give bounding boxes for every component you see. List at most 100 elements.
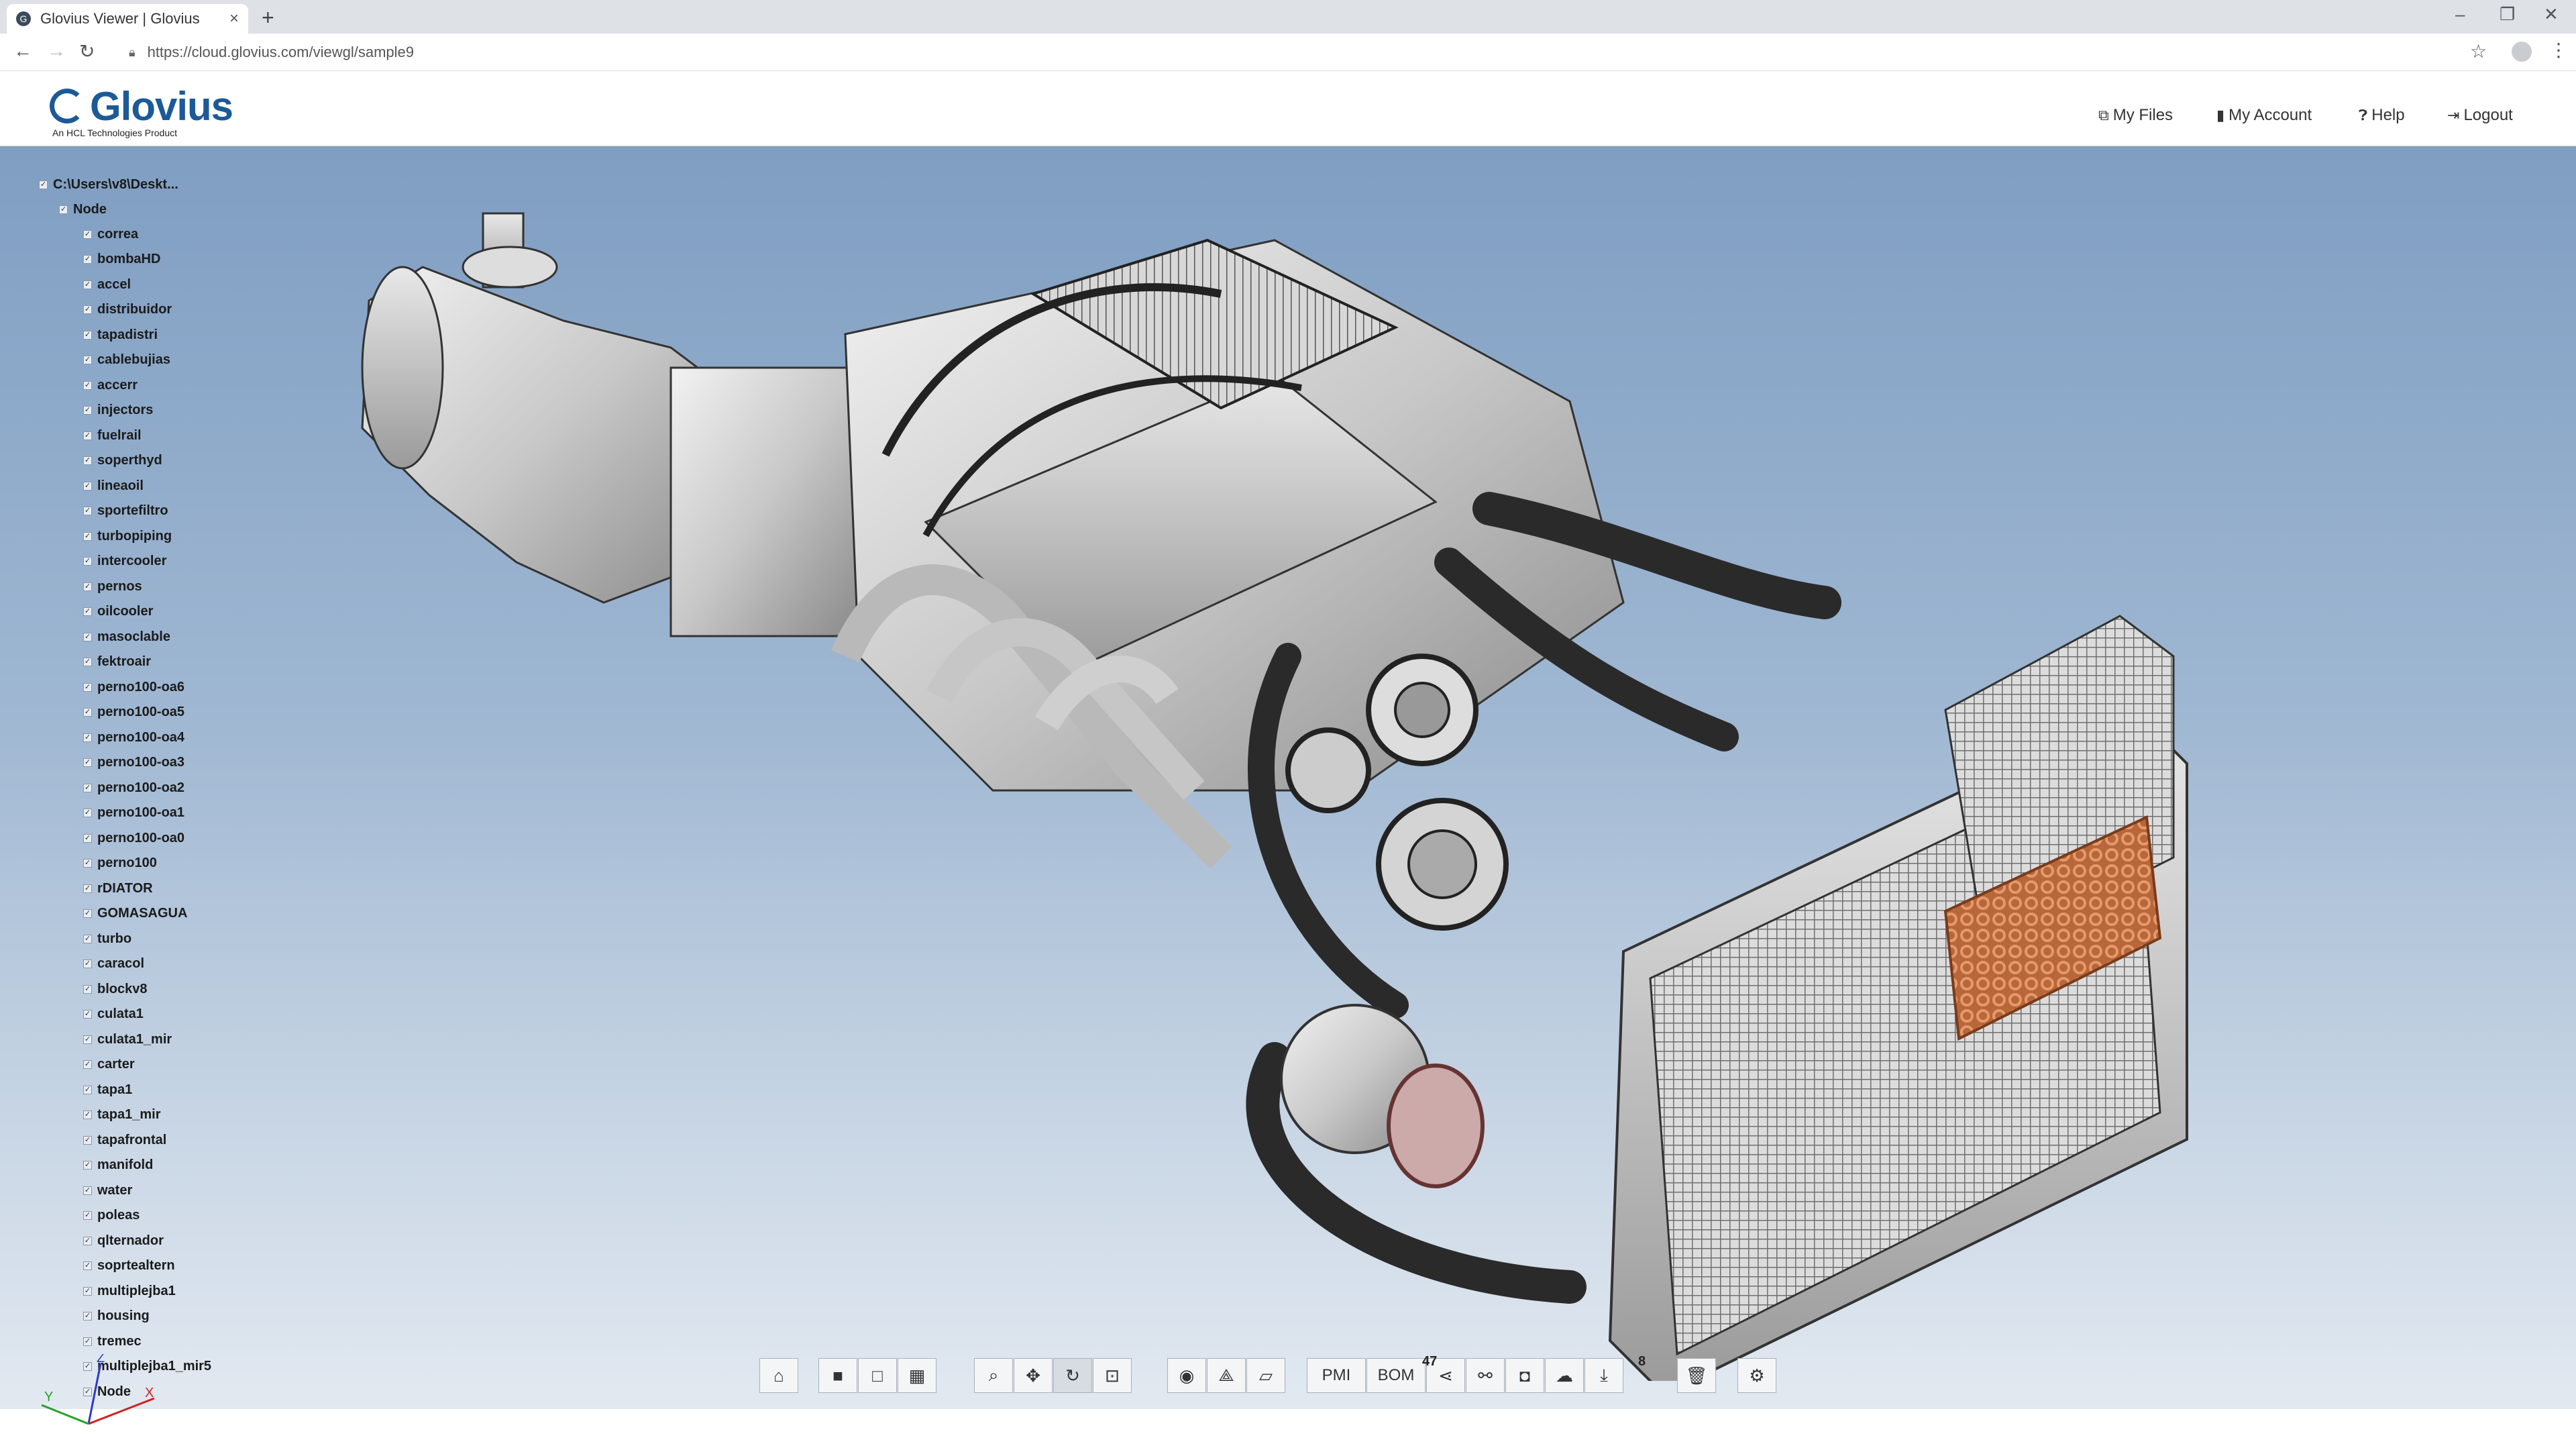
tree-item-row[interactable]: ✓ turbopiping: [83, 526, 172, 546]
nav-help[interactable]: ❓︎ Help: [2359, 106, 2405, 125]
checkbox-icon[interactable]: ✓: [83, 682, 92, 692]
tree-item-row[interactable]: ✓ caracol: [83, 954, 144, 974]
tree-item-row[interactable]: ✓ GOMASAGUA: [83, 904, 187, 924]
tree-item-row[interactable]: ✓ oilcooler: [83, 602, 153, 622]
home-icon[interactable]: ⌂: [759, 1358, 798, 1393]
checkbox-icon[interactable]: ✓: [83, 1161, 92, 1170]
tree-item-row[interactable]: ✓ perno100-oa5: [83, 703, 184, 723]
checkbox-icon[interactable]: ✓: [83, 582, 92, 591]
tree-item-row[interactable]: ✓ turbo: [83, 929, 131, 949]
nav-logout[interactable]: ⇥ Logout: [2447, 106, 2513, 125]
checkbox-icon[interactable]: ✓: [83, 507, 92, 515]
engine-3d-model[interactable]: [349, 187, 2227, 1381]
checkbox-icon[interactable]: ✓: [83, 708, 92, 717]
3d-viewport[interactable]: ✓ C:\Users\v8\Deskt... ✓ Node ✓ correa ✓ bo…: [0, 146, 2576, 1425]
measure-icon[interactable]: ⟁: [1207, 1358, 1246, 1393]
checkbox-icon[interactable]: ✓: [83, 960, 92, 968]
tree-item-row[interactable]: ✓ tapafrontal: [83, 1130, 166, 1150]
tree-item-row[interactable]: ✓ correa: [83, 224, 138, 244]
tree-root-row[interactable]: ✓ C:\Users\v8\Deskt...: [39, 174, 178, 195]
delete-icon[interactable]: 🗑︎: [1677, 1358, 1716, 1393]
nav-my-files[interactable]: ⧉ My Files: [2098, 106, 2173, 125]
tree-item-row[interactable]: ✓ multiplejba1: [83, 1281, 176, 1301]
settings-icon[interactable]: ⚙: [1737, 1358, 1776, 1393]
checkbox-icon[interactable]: ✓: [83, 884, 92, 893]
tree-item-row[interactable]: ✓ bombaHD: [83, 250, 160, 270]
tree-item-row[interactable]: ✓ sportefiltro: [83, 501, 168, 521]
tree-item-row[interactable]: ✓ tapa1: [83, 1080, 132, 1100]
section-icon[interactable]: ◉: [1167, 1358, 1206, 1393]
download-icon[interactable]: ⤓: [1585, 1358, 1623, 1393]
solid-cube-icon[interactable]: ■: [818, 1358, 857, 1393]
notes-icon[interactable]: ▱: [1246, 1358, 1285, 1393]
tree-item-row[interactable]: ✓ accerr: [83, 375, 138, 395]
pan-icon[interactable]: ✥: [1014, 1358, 1053, 1393]
checkbox-icon[interactable]: ✓: [83, 481, 92, 490]
tree-item-row[interactable]: ✓ perno100-oa1: [83, 803, 184, 823]
checkbox-icon[interactable]: ✓: [83, 1337, 92, 1346]
tree-item-row[interactable]: ✓ rDIATOR: [83, 878, 153, 898]
tree-item-row[interactable]: ✓ injectors: [83, 401, 153, 421]
checkbox-icon[interactable]: ✓: [83, 1186, 92, 1195]
tree-item-row[interactable]: ✓ pernos: [83, 576, 142, 597]
checkbox-icon[interactable]: ✓: [83, 607, 92, 616]
tree-item-row[interactable]: ✓ accel: [83, 274, 131, 295]
checkbox-icon[interactable]: ✓: [83, 1236, 92, 1245]
checkbox-icon[interactable]: ✓: [83, 934, 92, 943]
comment-icon[interactable]: ☁: [1545, 1358, 1584, 1393]
checkbox-icon[interactable]: ✓: [83, 1085, 92, 1094]
tree-item-row[interactable]: ✓ carter: [83, 1055, 135, 1075]
tree-item-row[interactable]: ✓ fektroair: [83, 652, 151, 672]
zoom-fit-icon[interactable]: ⊡: [1093, 1358, 1132, 1393]
checkbox-icon[interactable]: ✓: [83, 531, 92, 541]
tree-item-row[interactable]: ✓ perno100-oa6: [83, 677, 184, 697]
tree-item-row[interactable]: ✓ intercooler: [83, 552, 166, 572]
window-close-icon[interactable]: ✕: [2544, 4, 2559, 25]
checkbox-icon[interactable]: ✓: [83, 280, 92, 289]
checkbox-icon[interactable]: ✓: [83, 1035, 92, 1044]
checkbox-icon[interactable]: ✓: [83, 632, 92, 641]
tree-node-row[interactable]: ✓ Node: [59, 199, 107, 219]
checkbox-icon[interactable]: ✓: [83, 733, 92, 742]
rotate-icon[interactable]: ↻: [1053, 1358, 1092, 1393]
checkbox-icon[interactable]: ✓: [83, 1110, 92, 1119]
tree-item-row[interactable]: ✓ cablebujias: [83, 350, 170, 370]
checkbox-icon[interactable]: ✓: [83, 255, 92, 264]
checkbox-icon[interactable]: ✓: [83, 758, 92, 767]
checkbox-icon[interactable]: ✓: [83, 305, 92, 314]
forward-icon[interactable]: →: [47, 40, 66, 62]
checkbox-icon[interactable]: ✓: [83, 833, 92, 843]
checkbox-icon[interactable]: ✓: [83, 229, 92, 239]
tree-item-row[interactable]: ✓ fuelrail: [83, 425, 142, 446]
tree-item-row[interactable]: ✓ soperthyd: [83, 451, 162, 471]
checkbox-icon[interactable]: ✓: [83, 1060, 92, 1069]
checkbox-icon[interactable]: ✓: [83, 1312, 92, 1321]
checkbox-icon[interactable]: ✓: [83, 1211, 92, 1220]
url-field[interactable]: 🔒︎ https://cloud.glovius.com/viewgl/samp…: [121, 38, 2455, 66]
layers-icon[interactable]: ▦: [898, 1358, 936, 1393]
checkbox-icon[interactable]: ✓: [83, 658, 92, 666]
tree-item-row[interactable]: ✓ housing: [83, 1306, 150, 1327]
checkbox-icon[interactable]: ✓: [83, 859, 92, 868]
checkbox-icon[interactable]: ✓: [83, 1261, 92, 1270]
checkbox-icon[interactable]: ✓: [83, 456, 92, 465]
tree-item-row[interactable]: ✓ perno100-oa0: [83, 828, 184, 848]
link-icon[interactable]: ⚯: [1466, 1358, 1505, 1393]
checkbox-icon[interactable]: ✓: [83, 330, 92, 340]
checkbox-icon[interactable]: ✓: [83, 783, 92, 792]
tree-item-row[interactable]: ✓ perno100-oa3: [83, 753, 184, 773]
tree-item-row[interactable]: ✓ culata1: [83, 1004, 144, 1025]
tree-item-row[interactable]: ✓ perno100-oa4: [83, 727, 184, 747]
tree-item-row[interactable]: ✓ tremec: [83, 1331, 142, 1351]
checkbox-icon[interactable]: ✓: [83, 909, 92, 918]
checkbox-icon[interactable]: ✓: [83, 406, 92, 415]
checkbox-icon[interactable]: ✓: [83, 380, 92, 390]
checkbox-icon[interactable]: ✓: [83, 1135, 92, 1145]
wire-cube-icon[interactable]: □: [858, 1358, 897, 1393]
nav-my-account[interactable]: ▮ My Account: [2216, 106, 2312, 125]
browser-menu-icon[interactable]: ⋮: [2549, 39, 2568, 61]
tree-item-row[interactable]: ✓ lineaoil: [83, 476, 144, 496]
reload-icon[interactable]: ↻: [79, 40, 95, 62]
minimize-icon[interactable]: –: [2455, 4, 2465, 25]
checkbox-icon[interactable]: ✓: [83, 809, 92, 817]
